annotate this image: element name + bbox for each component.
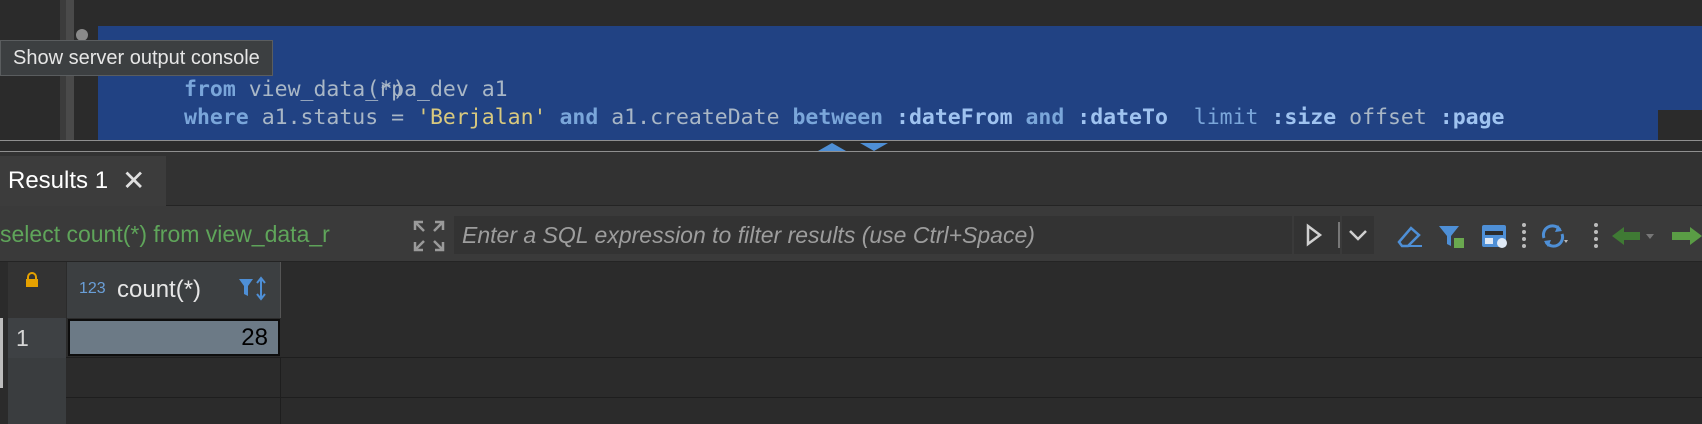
- results-grid: 123 count(*) 1 28: [0, 262, 1702, 424]
- refresh-icon[interactable]: [1538, 222, 1568, 250]
- maximize-results-icon[interactable]: [818, 143, 846, 151]
- code-line-4: where a1.status = 'Berjalan' and a1.crea…: [184, 105, 1505, 130]
- eraser-icon[interactable]: [1394, 222, 1424, 250]
- panel-splitter[interactable]: [0, 140, 1702, 152]
- table-row-empty: [8, 398, 1702, 424]
- table-row-empty: [8, 358, 1702, 398]
- sort-filter-icon[interactable]: [237, 276, 271, 304]
- sql-editor[interactable]: select (*) from view_data_rpa_dev a1 whe…: [0, 0, 1702, 140]
- tab-results-1[interactable]: Results 1 ✕: [0, 156, 166, 206]
- tooltip-server-output: Show server output console: [0, 40, 273, 76]
- lock-icon: [26, 272, 38, 287]
- filter-input[interactable]: [454, 216, 1292, 254]
- table-cell: [67, 358, 281, 398]
- row-number: [8, 358, 66, 398]
- filter-toolbar: select count(*) from view_data_r: [0, 206, 1702, 262]
- filter-settings-icon[interactable]: [1436, 222, 1466, 250]
- toolbar-separator: [1522, 223, 1526, 248]
- filter-history-button[interactable]: [1342, 216, 1374, 254]
- back-arrow-icon[interactable]: [1610, 222, 1656, 250]
- table-cell[interactable]: 28: [68, 319, 280, 356]
- grid-left-edge: [0, 318, 3, 388]
- apply-filter-button[interactable]: [1294, 216, 1340, 254]
- row-number[interactable]: 1: [8, 318, 66, 358]
- toolbar-separator: [1594, 223, 1598, 248]
- row-number: [8, 398, 66, 424]
- app-window: select (*) from view_data_rpa_dev a1 whe…: [0, 0, 1702, 424]
- close-icon[interactable]: ✕: [122, 167, 145, 195]
- query-preview[interactable]: select count(*) from view_data_r: [0, 206, 402, 262]
- column-header-count[interactable]: 123 count(*): [67, 262, 281, 318]
- expand-icon[interactable]: [412, 219, 446, 253]
- grid-corner[interactable]: [8, 262, 66, 318]
- maximize-editor-icon[interactable]: [860, 143, 888, 151]
- table-row[interactable]: 1 28: [8, 318, 1702, 358]
- numeric-type-icon: 123: [79, 280, 106, 297]
- column-name: count(*): [117, 276, 202, 303]
- tab-label: Results 1: [8, 167, 109, 194]
- forward-arrow-icon[interactable]: [1666, 222, 1702, 250]
- results-tabbar: Results 1 ✕: [0, 152, 1702, 206]
- table-cell: [67, 398, 281, 424]
- panel-settings-icon[interactable]: [1480, 222, 1510, 250]
- history-dropdown-icon: [1349, 230, 1367, 241]
- code-line-3: from view_data_rpa_dev a1: [184, 77, 508, 102]
- play-icon: [1306, 222, 1340, 248]
